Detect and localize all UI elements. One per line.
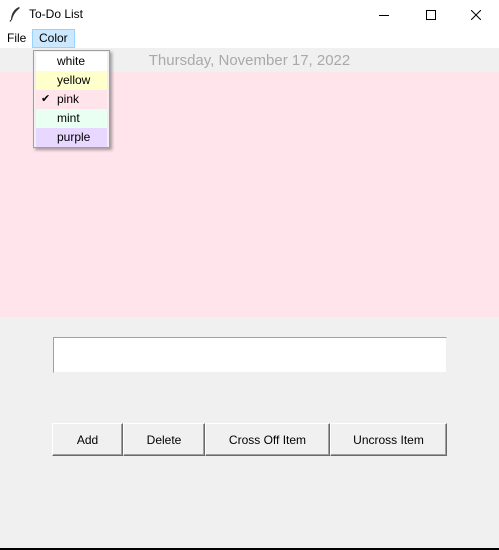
minimize-button[interactable] — [361, 0, 407, 29]
close-button[interactable] — [453, 0, 499, 29]
maximize-button[interactable] — [408, 0, 454, 29]
color-option-mint[interactable]: mint — [36, 109, 107, 128]
color-option-label: purple — [57, 130, 91, 144]
check-icon: ✔ — [41, 93, 51, 105]
window-title: To-Do List — [29, 7, 84, 21]
color-option-white[interactable]: white — [36, 52, 107, 71]
menu-bar: File Color — [0, 29, 499, 48]
minimize-icon — [379, 14, 389, 16]
color-option-purple[interactable]: purple — [36, 128, 107, 147]
color-option-pink[interactable]: ✔ pink — [36, 90, 107, 109]
delete-button[interactable]: Delete — [123, 423, 205, 456]
color-dropdown-menu: white yellow ✔ pink mint purple — [33, 50, 110, 148]
add-button[interactable]: Add — [52, 423, 123, 456]
color-option-label: white — [57, 54, 86, 68]
color-option-label: mint — [57, 111, 80, 125]
color-option-yellow[interactable]: yellow — [36, 71, 107, 90]
color-option-label: yellow — [57, 73, 91, 87]
menu-color[interactable]: Color — [32, 29, 75, 48]
color-option-label: pink — [57, 92, 80, 106]
maximize-icon — [426, 9, 436, 20]
menu-file[interactable]: File — [1, 29, 32, 48]
close-icon — [471, 9, 481, 20]
feather-icon — [8, 6, 22, 22]
cross-off-item-button[interactable]: Cross Off Item — [205, 423, 330, 456]
uncross-item-button[interactable]: Uncross Item — [330, 423, 447, 456]
todo-entry-field[interactable] — [53, 337, 447, 373]
title-bar: To-Do List — [0, 0, 499, 29]
